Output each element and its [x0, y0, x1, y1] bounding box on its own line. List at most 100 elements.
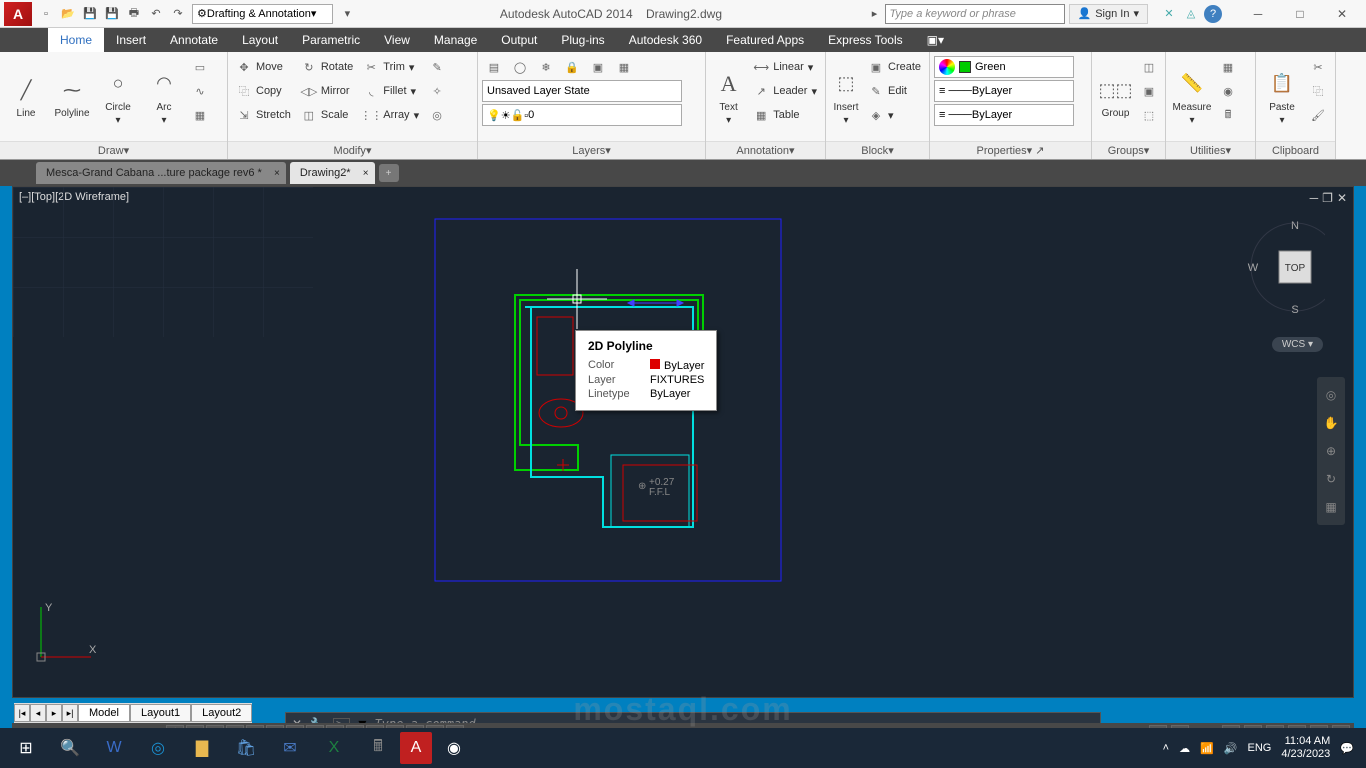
layout-tab-model[interactable]: Model — [78, 704, 130, 722]
rotate-button[interactable]: ↻Rotate — [297, 56, 357, 78]
layout-tab-2[interactable]: Layout2 — [191, 704, 252, 722]
explorer-icon[interactable]: ▇ — [180, 728, 224, 768]
text-button[interactable]: AText▾ — [710, 56, 747, 137]
table-button[interactable]: ▦Table — [749, 104, 821, 126]
layer-freeze-button[interactable]: ❄ — [534, 56, 558, 78]
layer-match-button[interactable]: ▦ — [612, 56, 636, 78]
tab-plugins[interactable]: Plug-ins — [549, 28, 616, 52]
orbit-icon[interactable]: ↻ — [1321, 469, 1341, 489]
search-input[interactable]: Type a keyword or phrase — [885, 4, 1065, 24]
tray-chevron-icon[interactable]: ˄ — [1163, 742, 1169, 754]
view-cube[interactable]: N S W E TOP — [1245, 227, 1325, 307]
rectangle-button[interactable]: ▭ — [188, 56, 212, 78]
autocad-logo-icon[interactable]: A — [4, 2, 32, 26]
tab-output[interactable]: Output — [489, 28, 549, 52]
chrome-icon[interactable]: ◉ — [432, 728, 476, 768]
new-icon[interactable]: ▫ — [36, 4, 56, 24]
color-dropdown[interactable]: Green — [934, 56, 1074, 78]
measure-button[interactable]: 📏Measure▾ — [1170, 56, 1214, 137]
autocad-taskbar-icon[interactable]: A — [400, 732, 432, 764]
minimize-button[interactable]: ─ — [1238, 2, 1278, 26]
mirror-button[interactable]: ◁▷Mirror — [297, 80, 357, 102]
notifications-icon[interactable]: 💬 — [1340, 742, 1354, 755]
group-edit-button[interactable]: ▣ — [1137, 80, 1161, 102]
tray-wifi-icon[interactable]: 📶 — [1200, 742, 1214, 755]
layer-off-button[interactable]: ◯ — [508, 56, 532, 78]
line-button[interactable]: ╱Line — [4, 56, 48, 137]
doc-minimize-icon[interactable]: ─ — [1310, 191, 1319, 205]
tab-express-tools[interactable]: Express Tools — [816, 28, 914, 52]
explode-button[interactable]: ✧ — [425, 80, 449, 102]
doc-close-icon[interactable]: ✕ — [1337, 191, 1347, 205]
quick-calc-button[interactable]: 🖩 — [1216, 104, 1240, 126]
signin-button[interactable]: 👤 Sign In ▾ — [1069, 4, 1148, 24]
calculator-icon[interactable]: 🖩 — [356, 728, 400, 768]
tray-cloud-icon[interactable]: ☁ — [1179, 742, 1190, 755]
showmotion-icon[interactable]: ▦ — [1321, 497, 1341, 517]
open-icon[interactable]: 📂 — [58, 4, 78, 24]
taskbar-clock[interactable]: 11:04 AM4/23/2023 — [1281, 735, 1330, 761]
group-bbox-button[interactable]: ⬚ — [1137, 104, 1161, 126]
scale-button[interactable]: ◫Scale — [297, 104, 357, 126]
layer-properties-button[interactable]: ▤ — [482, 56, 506, 78]
lineweight-dropdown[interactable]: ≡ ─── ByLayer — [934, 80, 1074, 102]
word-icon[interactable]: W — [92, 728, 136, 768]
paste-button[interactable]: 📋Paste▾ — [1260, 56, 1304, 137]
edge-icon[interactable]: ◎ — [136, 728, 180, 768]
redo-icon[interactable]: ↷ — [168, 4, 188, 24]
trim-button[interactable]: ✂Trim ▾ — [359, 56, 423, 78]
circle-button[interactable]: ○Circle▾ — [96, 56, 140, 137]
polyline-button[interactable]: ⁓Polyline — [50, 56, 94, 137]
tab-autodesk360[interactable]: Autodesk 360 — [617, 28, 714, 52]
exchange-icon[interactable]: ✕ — [1160, 5, 1178, 23]
fillet-button[interactable]: ◟Fillet ▾ — [359, 80, 423, 102]
wcs-badge[interactable]: WCS ▾ — [1272, 337, 1323, 352]
edit-attr-button[interactable]: ◈▾ — [864, 104, 925, 126]
tab-home[interactable]: Home — [48, 28, 104, 52]
qat-dropdown-icon[interactable]: ▾ — [337, 4, 357, 24]
layer-lock-button[interactable]: 🔒 — [560, 56, 584, 78]
linear-dim-button[interactable]: ⟷Linear ▾ — [749, 56, 821, 78]
tab-view[interactable]: View — [372, 28, 422, 52]
search-arrow-icon[interactable]: ▸ — [865, 4, 885, 24]
excel-icon[interactable]: X — [312, 728, 356, 768]
layout-last-icon[interactable]: ▸| — [62, 704, 78, 722]
tab-manage[interactable]: Manage — [422, 28, 489, 52]
linetype-dropdown[interactable]: ≡ ─── ByLayer — [934, 104, 1074, 126]
layout-tab-1[interactable]: Layout1 — [130, 704, 191, 722]
drawing-canvas[interactable]: [–][Top][2D Wireframe] ─ ❐ ✕ ⊕ +0.27 F.F… — [12, 186, 1354, 698]
store-icon[interactable]: 🛍 — [224, 728, 268, 768]
spline-button[interactable]: ∿ — [188, 80, 212, 102]
layout-prev-icon[interactable]: ◂ — [30, 704, 46, 722]
select-all-button[interactable]: ▦ — [1216, 56, 1240, 78]
layer-iso-button[interactable]: ▣ — [586, 56, 610, 78]
file-tab-2[interactable]: Drawing2*× — [290, 162, 375, 184]
match-prop-button[interactable]: 🖌 — [1306, 104, 1330, 126]
leader-button[interactable]: ↗Leader ▾ — [749, 80, 821, 102]
tab-parametric[interactable]: Parametric — [290, 28, 372, 52]
offset-button[interactable]: ◎ — [425, 104, 449, 126]
maximize-button[interactable]: □ — [1280, 2, 1320, 26]
edit-block-button[interactable]: ✎Edit — [864, 80, 925, 102]
close-tab-icon[interactable]: × — [363, 168, 369, 179]
move-button[interactable]: ✥Move — [232, 56, 295, 78]
tab-insert[interactable]: Insert — [104, 28, 158, 52]
group-button[interactable]: ⬚⬚Group — [1096, 56, 1135, 137]
cut-button[interactable]: ✂ — [1306, 56, 1330, 78]
arc-button[interactable]: ◠Arc▾ — [142, 56, 186, 137]
file-tab-1[interactable]: Mesca-Grand Cabana ...ture package rev6 … — [36, 162, 286, 184]
pan-icon[interactable]: ✋ — [1321, 413, 1341, 433]
doc-restore-icon[interactable]: ❐ — [1322, 191, 1333, 205]
layout-next-icon[interactable]: ▸ — [46, 704, 62, 722]
layer-state-dropdown[interactable]: Unsaved Layer State — [482, 80, 682, 102]
stretch-button[interactable]: ⇲Stretch — [232, 104, 295, 126]
quick-select-button[interactable]: ◉ — [1216, 80, 1240, 102]
copy-button[interactable]: ⿻Copy — [232, 80, 295, 102]
tab-featured-apps[interactable]: Featured Apps — [714, 28, 816, 52]
save-icon[interactable]: 💾 — [80, 4, 100, 24]
help-icon[interactable]: ? — [1204, 5, 1222, 23]
insert-button[interactable]: ⬚Insert▾ — [830, 56, 862, 137]
tab-annotate[interactable]: Annotate — [158, 28, 230, 52]
saveas-icon[interactable]: 💾 — [102, 4, 122, 24]
mail-icon[interactable]: ✉ — [268, 728, 312, 768]
